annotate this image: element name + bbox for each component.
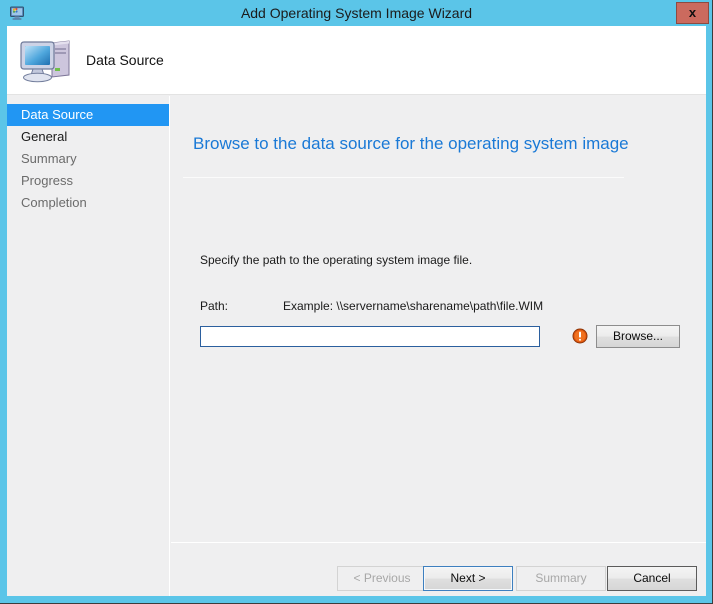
close-button[interactable]: x — [676, 2, 709, 24]
sidebar-item-label: Summary — [21, 151, 77, 166]
sidebar-top-spacer — [7, 96, 169, 104]
heading-divider — [183, 177, 624, 178]
title-bar: Add Operating System Image Wizard x — [0, 0, 713, 26]
next-button[interactable]: Next > — [423, 566, 513, 591]
path-input[interactable] — [200, 326, 540, 347]
client-area: Data Source Data Source General Summary … — [7, 26, 706, 596]
computer-monitor-icon — [17, 35, 77, 85]
path-label: Path: — [200, 299, 229, 313]
sidebar-item-progress[interactable]: Progress — [7, 170, 169, 192]
content-heading: Browse to the data source for the operat… — [193, 134, 629, 153]
browse-button[interactable]: Browse... — [596, 325, 680, 348]
sidebar-item-label: Data Source — [21, 107, 94, 122]
sidebar-item-general[interactable]: General — [7, 126, 169, 148]
error-exclamation-icon — [572, 328, 588, 344]
page-title: Data Source — [86, 52, 164, 68]
sidebar-item-label: Progress — [21, 173, 74, 188]
instruction-text: Specify the path to the operating system… — [200, 253, 473, 267]
summary-button[interactable]: Summary — [516, 566, 606, 591]
window-title: Add Operating System Image Wizard — [240, 5, 473, 21]
content-pane: Browse to the data source for the operat… — [171, 96, 706, 596]
wizard-steps-sidebar: Data Source General Summary Progress Com… — [7, 96, 170, 596]
cancel-button[interactable]: Cancel — [607, 566, 697, 591]
sidebar-item-completion[interactable]: Completion — [7, 192, 169, 214]
sidebar-item-summary[interactable]: Summary — [7, 148, 169, 170]
footer-button-bar: < Previous Next > Summary Cancel — [171, 543, 706, 596]
sidebar-item-label: General — [21, 129, 68, 144]
sidebar-item-label: Completion — [21, 195, 87, 210]
wizard-window: Add Operating System Image Wizard x Data… — [0, 0, 713, 604]
path-example-text: Example: \\servername\sharename\path\fil… — [283, 299, 544, 313]
sidebar-item-data-source[interactable]: Data Source — [7, 104, 169, 126]
previous-button[interactable]: < Previous — [337, 566, 427, 591]
wizard-header: Data Source — [7, 26, 706, 95]
